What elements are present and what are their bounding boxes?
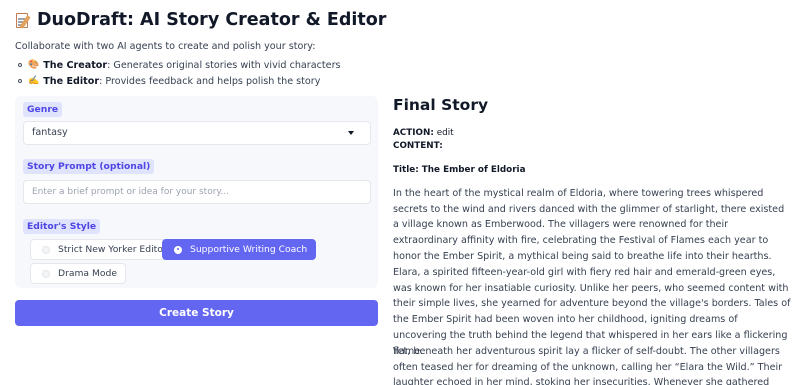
bullet-icon: [18, 63, 22, 67]
content-label: CONTENT:: [393, 141, 443, 151]
final-story-panel: Final Story ACTION: edit CONTENT: Title:…: [393, 0, 793, 385]
option-label: Strict New Yorker Editor: [58, 244, 167, 255]
list-item: 🎨 The Creator : Generates original stori…: [18, 57, 341, 73]
prompt-label: Story Prompt (optional): [23, 159, 155, 174]
story-paragraph: In the heart of the mystical realm of El…: [393, 188, 785, 262]
style-label: Editor's Style: [23, 219, 101, 234]
radio-icon: [42, 269, 50, 278]
creator-name: The Creator: [43, 59, 108, 71]
story-prompt-input[interactable]: [23, 180, 371, 204]
list-item: ✍️ The Editor : Provides feedback and he…: [18, 73, 341, 89]
radio-selected-icon: [174, 245, 182, 254]
story-form: Genre fantasy Story Prompt (optional) Ed…: [15, 96, 378, 288]
intro-text: Collaborate with two AI agents to create…: [15, 41, 316, 52]
writing-hand-icon: ✍️: [28, 76, 40, 86]
style-option-strict[interactable]: Strict New Yorker Editor: [30, 239, 176, 260]
genre-select[interactable]: fantasy: [23, 121, 371, 145]
action-label: ACTION:: [393, 128, 434, 138]
action-line: ACTION: edit: [393, 128, 454, 138]
app-title: DuoDraft: AI Story Creator & Editor: [15, 8, 386, 32]
style-option-supportive[interactable]: Supportive Writing Coach: [162, 239, 317, 260]
creator-desc: : Generates original stories with vivid …: [107, 59, 341, 71]
story-paragraph: Yet, beneath her adventurous spirit lay …: [393, 346, 783, 385]
page-title: DuoDraft: AI Story Creator & Editor: [37, 10, 387, 30]
memo-icon: [15, 11, 31, 29]
editor-name: The Editor: [43, 75, 100, 87]
bullet-icon: [18, 79, 22, 83]
option-label: Supportive Writing Coach: [190, 244, 308, 255]
story-title: Title: The Ember of Eldoria: [393, 165, 526, 175]
final-story-heading: Final Story: [393, 96, 489, 114]
option-label: Drama Mode: [58, 268, 118, 279]
style-option-drama[interactable]: Drama Mode: [30, 263, 127, 284]
action-value: edit: [436, 128, 454, 138]
caret-down-icon: [348, 131, 354, 135]
genre-label: Genre: [23, 102, 63, 117]
editor-desc: : Provides feedback and helps polish the…: [99, 75, 321, 87]
palette-icon: 🎨: [28, 60, 40, 70]
radio-icon: [42, 245, 50, 254]
agent-list: 🎨 The Creator : Generates original stori…: [18, 57, 341, 89]
create-story-button[interactable]: Create Story: [15, 300, 378, 326]
genre-value: fantasy: [32, 127, 68, 138]
